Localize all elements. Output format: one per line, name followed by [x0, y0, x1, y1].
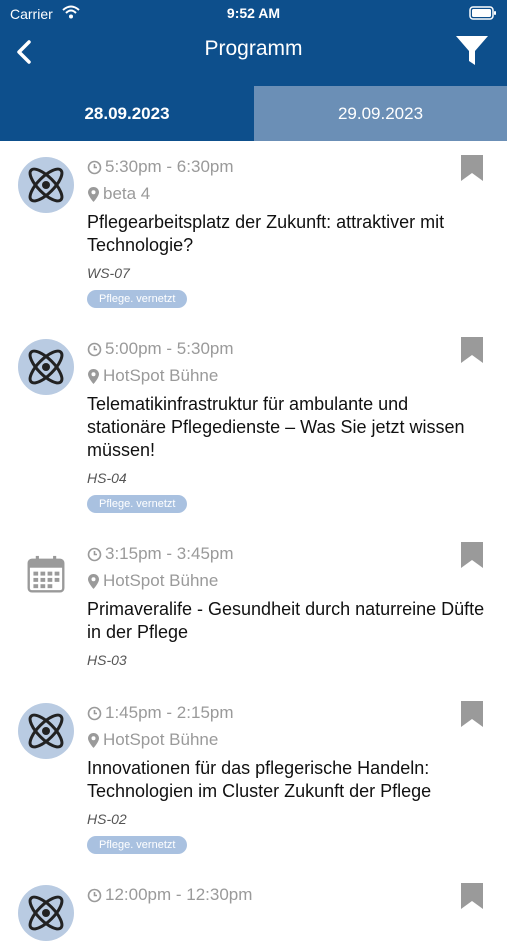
session-title: Primaveralife - Gesundheit durch naturre… — [87, 599, 485, 642]
session-code: HS-03 — [87, 652, 127, 668]
session-location: HotSpot Bühne — [87, 730, 218, 750]
clock-icon — [87, 888, 102, 902]
clock-icon — [87, 160, 102, 174]
session-item[interactable]: 5:30pm - 6:30pm beta 4 Pflegearbeitsplat… — [0, 141, 507, 324]
calendar-icon — [27, 555, 65, 593]
session-code: HS-02 — [87, 811, 127, 827]
session-location-text: HotSpot Bühne — [103, 730, 219, 749]
session-location: beta 4 — [87, 184, 150, 204]
session-time: 12:00pm - 12:30pm — [87, 885, 252, 905]
session-location: HotSpot Bühne — [87, 366, 218, 386]
session-location-text: HotSpot Bühne — [103, 571, 219, 590]
session-time-text: 5:30pm - 6:30pm — [105, 157, 234, 176]
session-time: 5:00pm - 5:30pm — [87, 339, 234, 359]
session-time-text: 12:00pm - 12:30pm — [105, 885, 253, 904]
bookmark-icon[interactable] — [461, 337, 483, 363]
clock-icon — [87, 547, 102, 561]
bookmark-icon[interactable] — [461, 883, 483, 909]
session-location: HotSpot Bühne — [87, 571, 218, 591]
battery-icon — [469, 6, 497, 25]
session-time-text: 3:15pm - 3:45pm — [105, 544, 234, 563]
session-item[interactable]: 3:15pm - 3:45pm HotSpot Bühne Primaveral… — [0, 528, 507, 688]
session-time: 5:30pm - 6:30pm — [87, 157, 234, 177]
date-tabs: 28.09.2023 29.09.2023 — [0, 86, 507, 141]
session-title: Innovationen für das pflegerische Handel… — [87, 758, 432, 801]
nav-bar: Programm — [0, 28, 507, 86]
session-tag: Pflege. vernetzt — [87, 495, 188, 513]
location-pin-icon — [88, 732, 99, 748]
atom-icon — [18, 703, 74, 759]
location-pin-icon — [88, 368, 99, 384]
bookmark-icon[interactable] — [461, 155, 483, 181]
atom-icon — [18, 339, 74, 395]
page-title: Programm — [204, 37, 303, 60]
location-pin-icon — [88, 186, 99, 202]
clock-icon — [87, 706, 102, 720]
session-code: WS-07 — [87, 265, 130, 281]
session-time: 1:45pm - 2:15pm — [87, 703, 234, 723]
tab-date-1[interactable]: 28.09.2023 — [0, 86, 254, 141]
session-item[interactable]: 5:00pm - 5:30pm HotSpot Bühne Telematiki… — [0, 323, 507, 529]
session-location-text: beta 4 — [103, 184, 151, 203]
status-bar: Carrier 9:52 AM — [0, 0, 507, 28]
session-item[interactable]: 12:00pm - 12:30pm — [0, 869, 507, 941]
session-item[interactable]: 1:45pm - 2:15pm HotSpot Bühne Innovation… — [0, 687, 507, 870]
session-title: Pflegearbeitsplatz der Zukunft: attrakti… — [87, 212, 445, 255]
atom-icon — [18, 157, 74, 213]
session-time-text: 5:00pm - 5:30pm — [105, 339, 234, 358]
filter-button[interactable] — [453, 32, 491, 70]
session-tag: Pflege. vernetzt — [87, 290, 188, 308]
session-location-text: HotSpot Bühne — [103, 366, 219, 385]
bookmark-icon[interactable] — [461, 701, 483, 727]
atom-icon — [18, 885, 74, 941]
filter-icon — [456, 36, 488, 65]
status-time: 9:52 AM — [226, 5, 281, 21]
session-time: 3:15pm - 3:45pm — [87, 544, 234, 564]
bookmark-icon[interactable] — [461, 542, 483, 568]
session-code: HS-04 — [87, 470, 127, 486]
session-title: Telematikinfrastruktur für ambulante und… — [87, 394, 465, 460]
session-time-text: 1:45pm - 2:15pm — [105, 703, 234, 722]
session-tag: Pflege. vernetzt — [87, 836, 188, 854]
clock-icon — [87, 342, 102, 356]
tab-date-2[interactable]: 29.09.2023 — [254, 86, 507, 141]
location-pin-icon — [88, 573, 99, 589]
